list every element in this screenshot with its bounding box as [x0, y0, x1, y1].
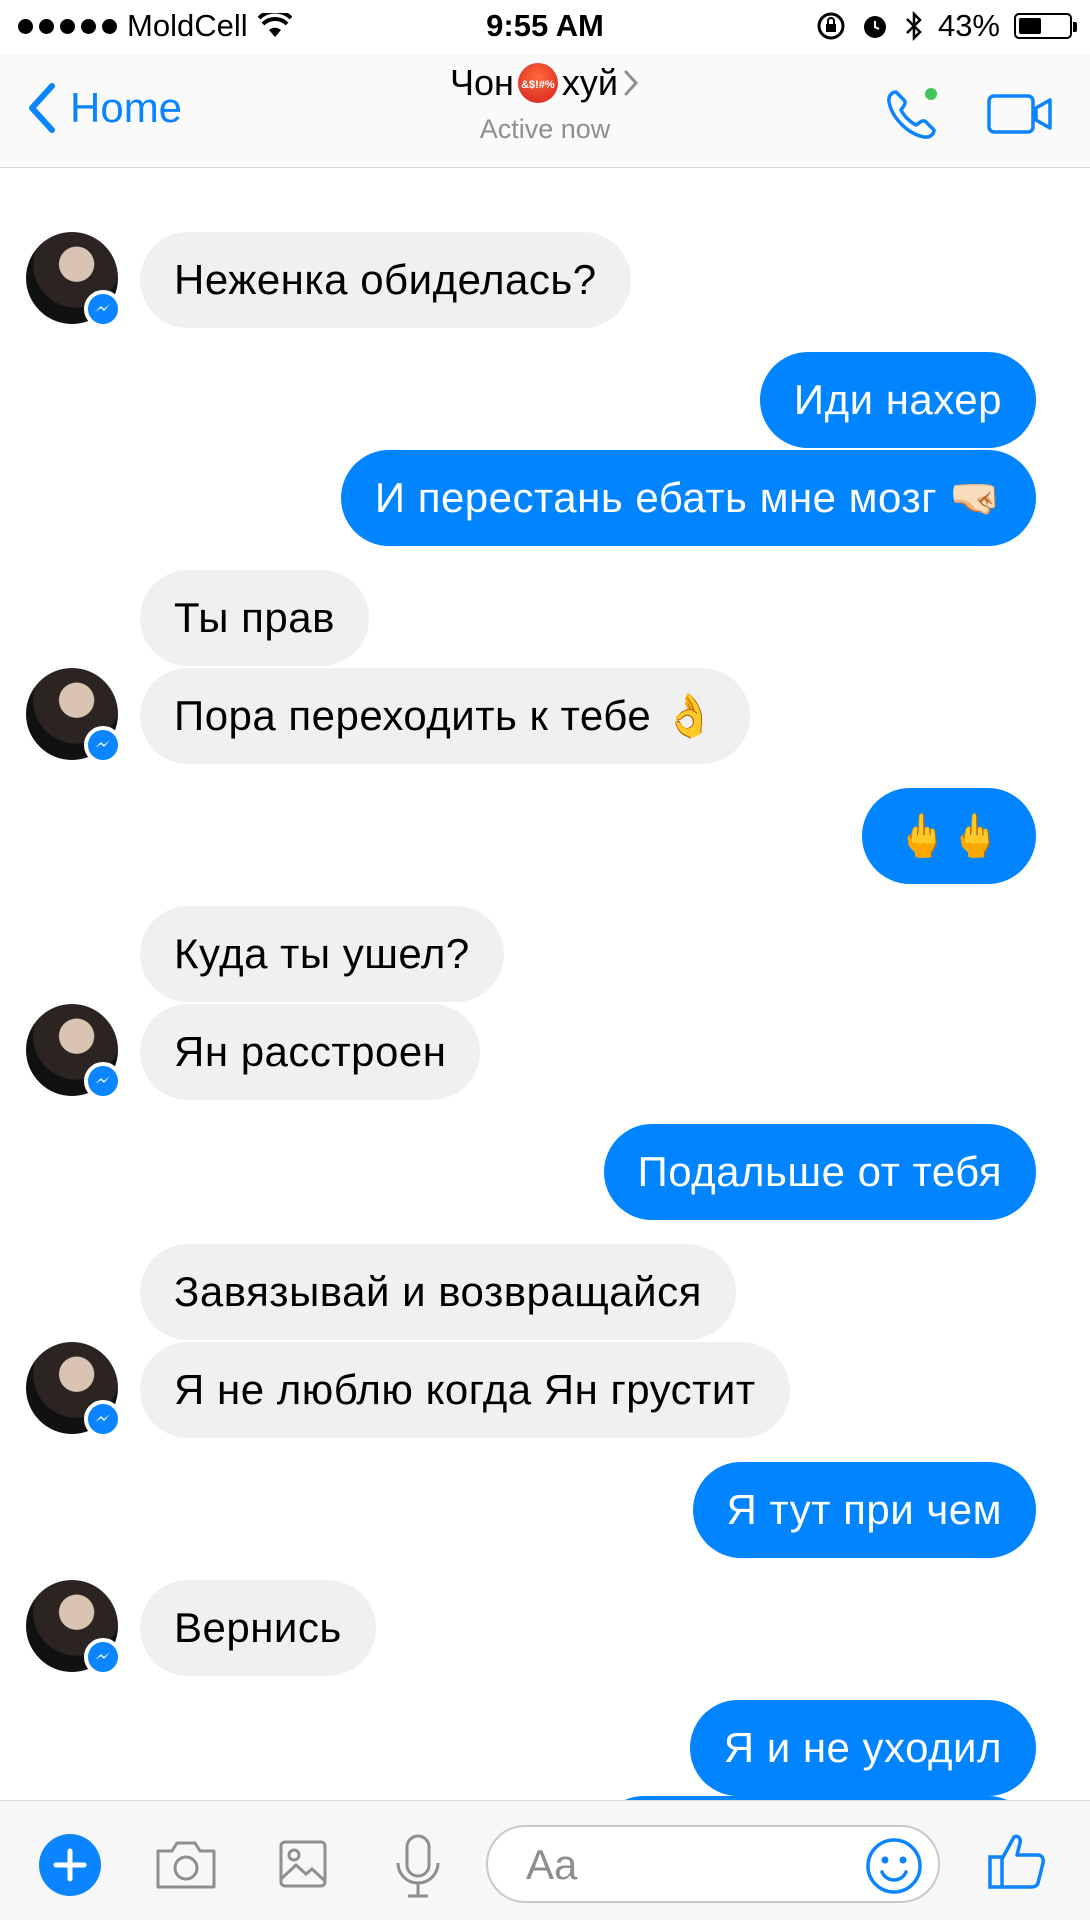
- incoming-message[interactable]: Ян расстроен: [140, 1004, 481, 1100]
- outgoing-message[interactable]: 🖕🖕: [862, 788, 1036, 884]
- contact-avatar[interactable]: [26, 668, 122, 764]
- outgoing-message[interactable]: Я и не уходил: [689, 1700, 1036, 1796]
- microphone-icon[interactable]: [392, 1833, 444, 1899]
- plus-icon[interactable]: [38, 1833, 102, 1897]
- incoming-message[interactable]: Ты прав: [140, 570, 369, 666]
- conversation-header: Home Чон &$!#% хуй Active now: [0, 54, 1090, 168]
- angry-face-icon: &$!#%: [517, 63, 558, 103]
- alarm-icon: [863, 16, 886, 38]
- outgoing-message[interactable]: Подальше от тебя: [603, 1124, 1036, 1220]
- incoming-message[interactable]: Куда ты ушел?: [140, 906, 504, 1002]
- incoming-message[interactable]: Пора переходить к тебе 👌: [140, 668, 751, 764]
- thumbs-up-icon[interactable]: [986, 1829, 1046, 1893]
- incoming-message[interactable]: Неженка обиделась?: [140, 232, 631, 328]
- messenger-badge-icon: [84, 1638, 122, 1676]
- status-bar: MoldCell 9:55 AM 43%: [0, 0, 1090, 54]
- message-input-placeholder: Aa: [526, 1841, 578, 1888]
- messenger-badge-icon: [84, 290, 122, 328]
- contact-name-part-1: Чон: [449, 62, 514, 103]
- contact-avatar[interactable]: [26, 1580, 122, 1676]
- incoming-message[interactable]: Я не люблю когда Ян грустит: [140, 1342, 790, 1438]
- messenger-badge-icon: [84, 1062, 122, 1100]
- emoji-icon[interactable]: [864, 1836, 924, 1896]
- composer-bar: Aa: [0, 1800, 1090, 1920]
- status-right: 43%: [816, 8, 1077, 44]
- outgoing-message[interactable]: И перестань ебать мне мозг 🤜🏻: [340, 450, 1036, 546]
- camera-icon[interactable]: [154, 1837, 218, 1891]
- messenger-badge-icon: [84, 1400, 122, 1438]
- chevron-right-icon: [624, 70, 639, 96]
- outgoing-message[interactable]: Я тут при чем: [692, 1462, 1036, 1558]
- message-list[interactable]: Неженка обиделась? Иди нахер И перестань…: [0, 168, 1090, 1800]
- messenger-badge-icon: [84, 726, 122, 764]
- rotation-lock-icon: [817, 12, 845, 40]
- incoming-message[interactable]: Вернись: [140, 1580, 376, 1676]
- image-icon[interactable]: [278, 1839, 328, 1889]
- phone-icon[interactable]: [882, 84, 942, 144]
- message-input[interactable]: Aa: [486, 1825, 940, 1903]
- incoming-message[interactable]: Завязывай и возвращайся: [140, 1244, 736, 1340]
- contact-avatar[interactable]: [26, 1342, 122, 1438]
- battery-percent: 43%: [937, 8, 1000, 43]
- contact-avatar[interactable]: [26, 1004, 122, 1100]
- video-icon[interactable]: [986, 92, 1054, 136]
- header-actions: [882, 84, 1054, 144]
- battery-icon: [1014, 13, 1077, 39]
- bluetooth-icon: [906, 11, 922, 41]
- angry-face-symbols: &$!#%: [521, 79, 555, 91]
- contact-avatar[interactable]: [26, 232, 122, 328]
- outgoing-message[interactable]: Иди нахер: [759, 352, 1036, 448]
- contact-name[interactable]: Чон &$!#% хуй: [450, 62, 640, 104]
- contact-name-part-2: хуй: [561, 62, 618, 103]
